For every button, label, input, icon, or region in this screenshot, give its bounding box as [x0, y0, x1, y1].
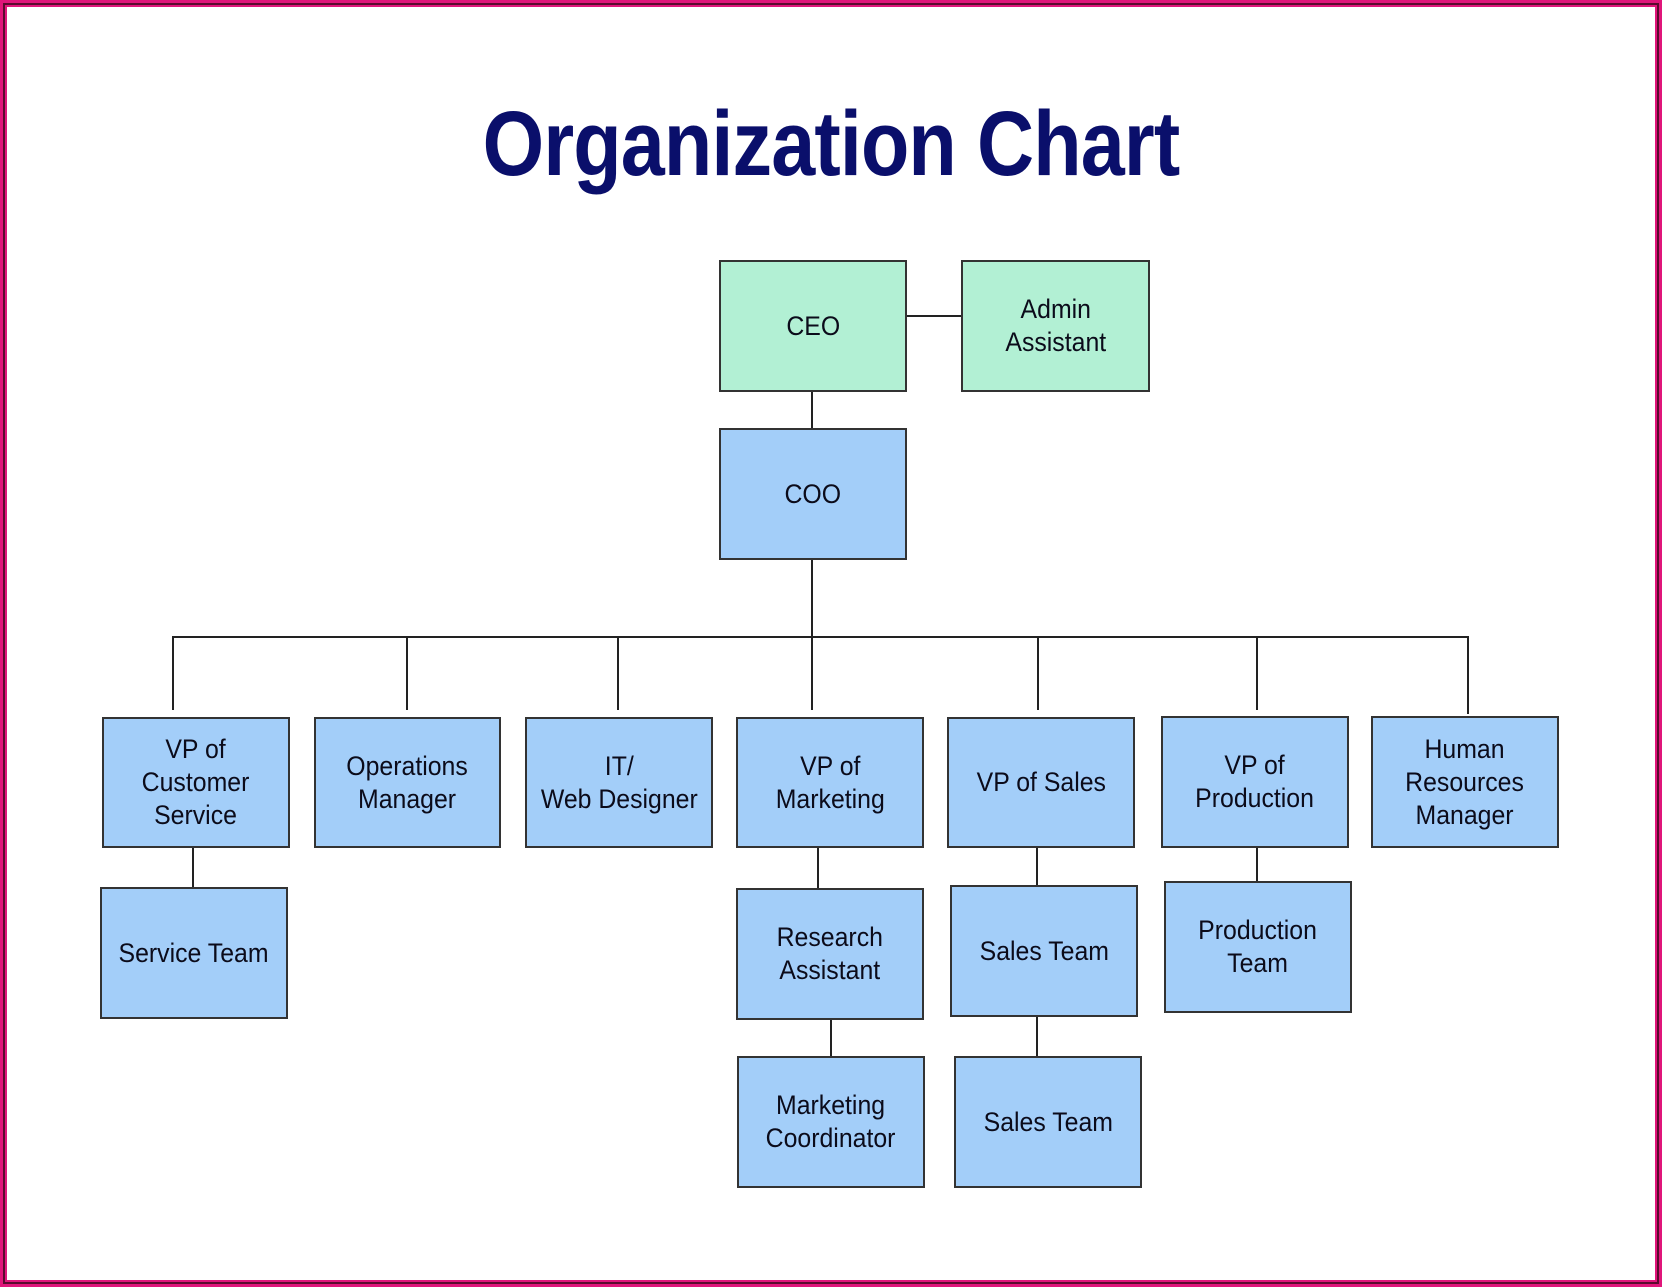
- node-marketing-coordinator: Marketing Coordinator: [737, 1056, 925, 1188]
- node-label: Human Resources Manager: [1405, 733, 1525, 830]
- connector-ceo-admin: [906, 315, 961, 317]
- node-label: IT/ Web Designer: [540, 750, 698, 814]
- connector-bus: [173, 636, 1469, 638]
- connector-bus-vp-sales: [1037, 636, 1039, 710]
- node-label: Marketing Coordinator: [766, 1090, 896, 1153]
- node-label: VP of Sales: [976, 767, 1106, 797]
- node-label: Sales Team: [979, 935, 1109, 966]
- node-sales-team: Sales Team: [950, 885, 1138, 1017]
- connector-bus-it-web-designer: [617, 636, 619, 710]
- node-vp-production: VP of Production: [1161, 716, 1349, 848]
- node-label: CEO: [786, 310, 840, 341]
- node-operations-manager: Operations Manager: [314, 717, 501, 848]
- connector-bus-hr-manager: [1467, 636, 1469, 714]
- chart-title: Organization Chart: [482, 93, 1181, 195]
- connector-bus-vp-marketing: [811, 636, 813, 710]
- node-admin-assistant: Admin Assistant: [961, 260, 1150, 392]
- node-vp-marketing: VP of Marketing: [736, 717, 924, 848]
- connector-bus-operations-manager: [406, 636, 408, 710]
- node-ceo: CEO: [719, 260, 907, 392]
- node-vp-sales: VP of Sales: [947, 717, 1135, 848]
- node-it-web-designer: IT/ Web Designer: [525, 717, 713, 848]
- connector-ceo-coo: [811, 391, 813, 428]
- node-label: VP of Customer Service: [142, 734, 250, 830]
- node-hr-manager: Human Resources Manager: [1371, 716, 1559, 848]
- node-label: COO: [784, 478, 842, 509]
- connector-bus-vp-customer-service: [172, 636, 174, 710]
- node-label: Sales Team: [983, 1106, 1113, 1137]
- connector-vpm-research-assistant: [817, 848, 819, 888]
- connector-vps-sales-team: [1036, 848, 1038, 886]
- connector-bus-vp-production: [1256, 636, 1258, 710]
- connector-vpcs-service-team: [192, 848, 194, 887]
- node-label: Production Team: [1198, 915, 1318, 978]
- node-label: Service Team: [118, 937, 270, 968]
- node-label: Operations Manager: [346, 750, 469, 814]
- node-label: VP of Production: [1195, 750, 1315, 813]
- node-service-team: Service Team: [100, 887, 288, 1019]
- node-coo: COO: [719, 428, 907, 560]
- node-label: Research Assistant: [776, 922, 884, 985]
- node-label: VP of Marketing: [775, 750, 885, 814]
- connector-sales-team-sales-team: [1036, 1017, 1038, 1056]
- node-research-assistant: Research Assistant: [736, 888, 924, 1020]
- node-production-team: Production Team: [1164, 881, 1352, 1013]
- node-label: Admin Assistant: [1005, 294, 1106, 357]
- connector-research-marketing-coord: [830, 1020, 832, 1056]
- node-vp-customer-service: VP of Customer Service: [102, 717, 290, 848]
- connector-coo-bus: [811, 560, 813, 637]
- node-sales-team-2: Sales Team: [954, 1056, 1142, 1188]
